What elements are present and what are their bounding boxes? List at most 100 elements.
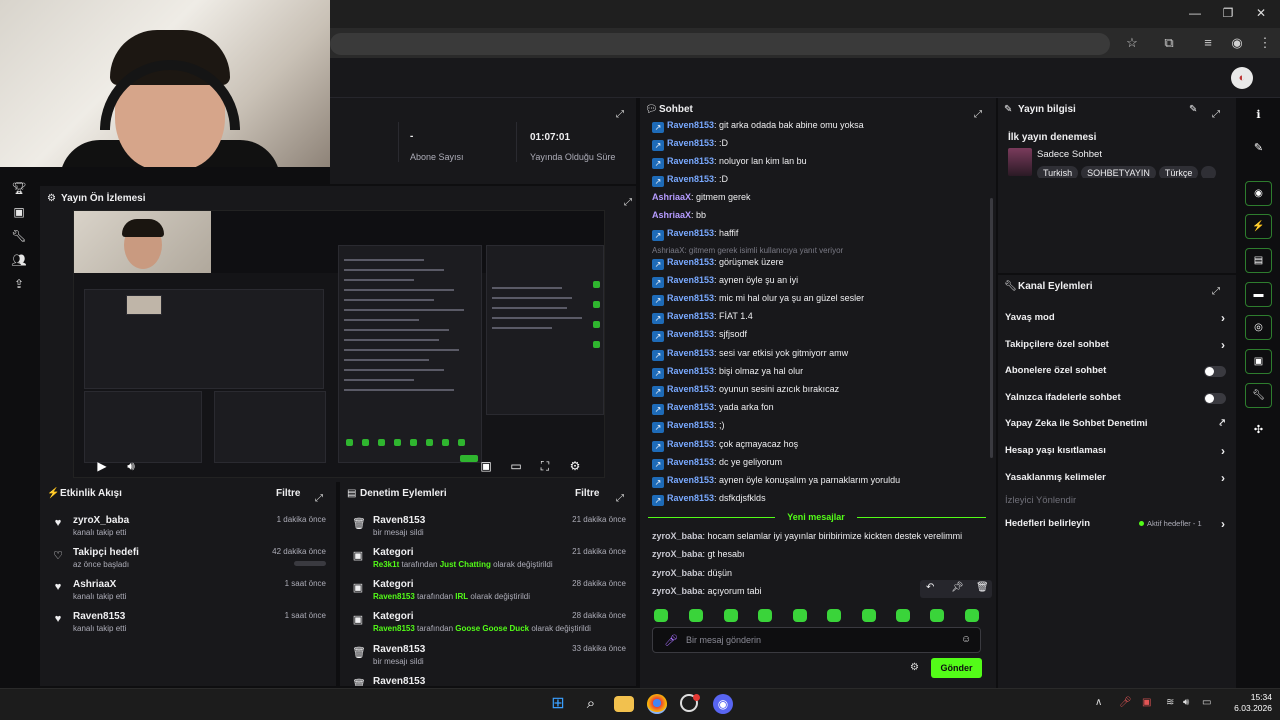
- chat-scrollbar[interactable]: [990, 198, 993, 458]
- expand-icon[interactable]: ⤢: [624, 192, 632, 210]
- close-window-icon[interactable]: ✕: [1246, 4, 1276, 22]
- theater-icon[interactable]: ▭: [507, 458, 525, 474]
- maximize-icon[interactable]: ❐: [1213, 4, 1243, 22]
- avatar[interactable]: ◐: [1231, 67, 1253, 89]
- fullscreen-icon[interactable]: ⛶: [536, 458, 554, 474]
- chat-username[interactable]: Raven8153: [667, 275, 714, 285]
- emote-icon[interactable]: [793, 609, 807, 622]
- discord-icon[interactable]: ◉: [713, 694, 733, 714]
- menu-kebab-icon[interactable]: ⋮: [1254, 33, 1276, 53]
- users-icon[interactable]: 👥︎: [9, 250, 29, 270]
- chat-username[interactable]: Raven8153: [667, 475, 714, 485]
- tray-chevron-icon[interactable]: ∧: [1095, 697, 1102, 708]
- wrench-icon[interactable]: 🔧︎: [1245, 383, 1272, 408]
- expand-icon[interactable]: ⤢: [616, 488, 624, 506]
- goals-row[interactable]: Hedefleri belirleyin Aktif hedefler - 1 …: [1005, 515, 1229, 533]
- events-filter-button[interactable]: Filtre: [276, 488, 300, 499]
- search-icon[interactable]: ⌕: [581, 694, 601, 714]
- chat-username[interactable]: Raven8153: [667, 228, 714, 238]
- preview-toggle-icon[interactable]: ◉: [1245, 181, 1272, 206]
- bookmark-star-icon[interactable]: ☆: [1121, 33, 1143, 53]
- send-button[interactable]: Gönder: [931, 658, 982, 678]
- emotes-only-toggle[interactable]: [1204, 393, 1226, 404]
- emote-icon[interactable]: [930, 609, 944, 622]
- chat-username[interactable]: Raven8153: [667, 174, 714, 184]
- windows-start-icon[interactable]: ⊞: [548, 694, 568, 714]
- ai-moderation-row[interactable]: Yapay Zeka ile Sohbet Denetimi ⤤: [1005, 415, 1229, 433]
- moderation-filter-button[interactable]: Filtre: [575, 488, 599, 499]
- emote-icon[interactable]: [689, 609, 703, 622]
- chat-bubble-icon[interactable]: ▬: [1245, 282, 1272, 307]
- reply-icon[interactable]: ↶: [926, 582, 934, 593]
- tag[interactable]: Turkish: [1037, 166, 1079, 178]
- banned-words-row[interactable]: Yasaklanmış kelimeler ›: [1005, 469, 1229, 487]
- emote-icon[interactable]: [965, 609, 979, 622]
- followers-only-row[interactable]: Takipçilere özel sohbet ›: [1005, 336, 1229, 354]
- volume-icon[interactable]: 🔊︎: [1183, 697, 1189, 708]
- battery-icon[interactable]: ▭: [1202, 697, 1211, 708]
- camera-icon[interactable]: ▣: [1142, 697, 1151, 708]
- chat-username[interactable]: AshriaaX: [652, 210, 691, 220]
- file-explorer-icon[interactable]: [614, 696, 634, 712]
- chat-username[interactable]: Raven8153: [667, 493, 714, 503]
- pip-icon[interactable]: ▣: [477, 458, 495, 474]
- chat-username[interactable]: Raven8153: [667, 439, 714, 449]
- play-icon[interactable]: ▶: [93, 458, 111, 474]
- chat-username[interactable]: Raven8153: [667, 420, 714, 430]
- subs-only-toggle[interactable]: [1204, 366, 1226, 377]
- add-widget-icon[interactable]: ✣: [1245, 419, 1272, 441]
- settings-gear-icon[interactable]: ⚙: [566, 458, 584, 474]
- media-icon[interactable]: ≡: [1197, 33, 1219, 53]
- chat-username[interactable]: zyroX_baba: [652, 586, 703, 596]
- upload-icon[interactable]: ⇪: [9, 274, 29, 294]
- extensions-icon[interactable]: ⧉: [1158, 33, 1180, 53]
- expand-icon[interactable]: ⤢: [315, 488, 323, 506]
- emote-icon[interactable]: [654, 609, 668, 622]
- edit-icon[interactable]: ✎: [1189, 104, 1197, 115]
- trophy-icon[interactable]: 🏆︎: [9, 178, 29, 198]
- expand-icon[interactable]: ⤢: [974, 104, 982, 122]
- info-icon[interactable]: ℹ: [1245, 104, 1272, 126]
- chat-username[interactable]: Raven8153: [667, 156, 714, 166]
- address-bar[interactable]: [330, 33, 1110, 55]
- age-limit-row[interactable]: Hesap yaşı kısıtlaması ›: [1005, 442, 1229, 460]
- chat-username[interactable]: Raven8153: [667, 402, 714, 412]
- chat-username[interactable]: Raven8153: [667, 457, 714, 467]
- minimize-icon[interactable]: —: [1180, 4, 1210, 22]
- slow-mode-row[interactable]: Yavaş mod ›: [1005, 309, 1229, 327]
- emote-icon[interactable]: [724, 609, 738, 622]
- video-icon[interactable]: ▣: [9, 202, 29, 222]
- delete-icon[interactable]: 🗑︎: [976, 582, 989, 593]
- emote-icon[interactable]: [827, 609, 841, 622]
- emote-icon[interactable]: [862, 609, 876, 622]
- chat-username[interactable]: zyroX_baba: [652, 531, 703, 541]
- expand-icon[interactable]: ⤢: [1212, 281, 1220, 299]
- chat-username[interactable]: Raven8153: [667, 120, 714, 130]
- system-clock[interactable]: 15:34 6.03.2026: [1222, 692, 1272, 714]
- chat-username[interactable]: Raven8153: [667, 366, 714, 376]
- document-icon[interactable]: ▤: [1245, 248, 1272, 273]
- chat-settings-icon[interactable]: ⚙: [910, 662, 919, 673]
- chat-username[interactable]: Raven8153: [667, 384, 714, 394]
- expand-icon[interactable]: ⤢: [1212, 104, 1220, 122]
- chat-username[interactable]: Raven8153: [667, 138, 714, 148]
- lightning-icon[interactable]: ⚡: [1245, 214, 1272, 239]
- chrome-icon[interactable]: [647, 694, 667, 714]
- broadcast-icon[interactable]: ◎: [1245, 315, 1272, 340]
- tag[interactable]: Türkçe: [1158, 166, 1199, 178]
- expand-icon[interactable]: ⤢: [616, 104, 624, 122]
- chat-username[interactable]: Raven8153: [667, 257, 714, 267]
- chat-username[interactable]: Raven8153: [667, 348, 714, 358]
- profile-icon[interactable]: ◉: [1226, 33, 1248, 53]
- emote-icon[interactable]: [758, 609, 772, 622]
- chat-input[interactable]: 🎤︎ Bir mesaj gönderin ☺: [652, 627, 981, 653]
- microphone-icon[interactable]: 🎤︎: [1119, 697, 1132, 708]
- tag[interactable]: SOHBETYAYIN: [1081, 166, 1156, 178]
- wrench-icon[interactable]: 🔧︎: [9, 226, 29, 246]
- wifi-icon[interactable]: ≋: [1166, 697, 1174, 708]
- emote-icon[interactable]: [896, 609, 910, 622]
- chat-username[interactable]: zyroX_baba: [652, 549, 703, 559]
- volume-icon[interactable]: 🔊︎: [122, 458, 140, 474]
- pin-icon[interactable]: 📌︎: [951, 582, 964, 593]
- chat-username[interactable]: AshriaaX: [652, 192, 691, 202]
